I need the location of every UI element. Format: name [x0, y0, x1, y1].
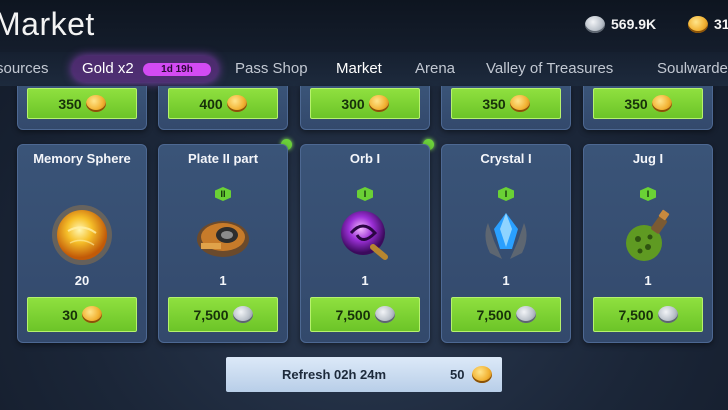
item-card-orb-i[interactable]: Orb I I 1 7,500	[300, 144, 430, 343]
silver-coin-icon	[657, 306, 678, 323]
buy-button[interactable]: 350	[451, 88, 561, 119]
item-name: Orb I	[349, 151, 381, 166]
tab-valley-of-treasures[interactable]: Valley of Treasures	[486, 57, 613, 81]
level-badge: II	[215, 187, 231, 201]
buy-button[interactable]: 350	[27, 88, 137, 119]
price-label: 400	[199, 95, 223, 112]
gold-coin-icon	[368, 95, 389, 112]
price-label: 350	[624, 95, 648, 112]
crystal-icon	[485, 213, 527, 259]
item-card-memory-sphere[interactable]: Memory Sphere 20 30	[17, 144, 147, 343]
buy-button[interactable]: 7,500	[310, 297, 420, 332]
orb-icon	[341, 211, 388, 260]
item-quantity: 1	[219, 273, 227, 288]
gold-currency[interactable]: 31	[688, 12, 728, 36]
tab-arena[interactable]: Arena	[415, 57, 455, 81]
price-label: 350	[482, 95, 506, 112]
buy-button[interactable]: 30	[27, 297, 137, 332]
gold-timer-badge: 1d 19h	[143, 63, 211, 76]
offer-card: 350	[17, 86, 147, 130]
refresh-button[interactable]: Refresh 02h 24m 50	[226, 357, 502, 392]
item-name: Plate II part	[187, 151, 259, 166]
silver-coin-icon	[585, 15, 605, 33]
buy-button[interactable]: 7,500	[451, 297, 561, 332]
price-label: 7,500	[335, 306, 371, 323]
item-name: Memory Sphere	[33, 151, 131, 166]
gold-amount: 31	[714, 16, 728, 32]
offer-card: 400	[158, 86, 288, 130]
silver-coin-icon	[232, 306, 253, 323]
silver-currency[interactable]: 569.9K	[585, 12, 656, 36]
item-quantity: 1	[644, 273, 652, 288]
gold-coin-icon	[688, 15, 708, 33]
offer-card: 300	[300, 86, 430, 130]
tab-market[interactable]: Market	[336, 57, 382, 81]
item-quantity: 1	[361, 273, 369, 288]
page-title: Market	[0, 6, 95, 42]
price-label: 7,500	[618, 306, 654, 323]
offer-card: 350	[583, 86, 713, 130]
offer-card: 350	[441, 86, 571, 130]
item-name: Jug I	[632, 151, 664, 166]
buy-button[interactable]: 350	[593, 88, 703, 119]
level-badge: I	[357, 187, 373, 201]
gold-coin-icon	[81, 306, 102, 323]
item-card-crystal-i[interactable]: Crystal I I 1 7,500	[441, 144, 571, 343]
top-bar: Market 569.9K 31	[0, 0, 728, 52]
memory-sphere-icon	[52, 205, 112, 265]
item-card-plate-ii-part[interactable]: Plate II part II 1 7,500	[158, 144, 288, 343]
buy-button[interactable]: 400	[168, 88, 278, 119]
price-label: 7,500	[476, 306, 512, 323]
buy-button[interactable]: 7,500	[593, 297, 703, 332]
price-label: 30	[62, 306, 78, 323]
gold-coin-icon	[226, 95, 247, 112]
silver-amount: 569.9K	[611, 16, 657, 32]
item-quantity: 20	[74, 273, 90, 288]
gold-coin-icon	[509, 95, 530, 112]
item-quantity: 1	[502, 273, 510, 288]
tab-pass-shop[interactable]: Pass Shop	[235, 57, 308, 81]
jug-icon	[626, 209, 670, 261]
tab-soulwarden[interactable]: Soulwarden	[657, 57, 728, 81]
item-card-jug-i[interactable]: Jug I I 1 7,500	[583, 144, 713, 343]
refresh-cost: 50	[450, 367, 465, 382]
tab-bar: sources Gold x2 1d 19h Pass Shop Market …	[0, 52, 728, 86]
silver-coin-icon	[374, 306, 395, 323]
silver-coin-icon	[515, 306, 536, 323]
level-badge: I	[640, 187, 656, 201]
level-badge: I	[498, 187, 514, 201]
plate-part-icon	[197, 221, 249, 257]
buy-button[interactable]: 7,500	[168, 297, 278, 332]
gold-coin-icon	[651, 95, 672, 112]
refresh-label: Refresh 02h 24m	[282, 367, 387, 382]
gold-coin-icon	[85, 95, 106, 112]
tab-gold-x2[interactable]: Gold x2	[82, 57, 134, 81]
price-label: 7,500	[193, 306, 229, 323]
item-name: Crystal I	[480, 151, 532, 166]
price-label: 300	[341, 95, 365, 112]
buy-button[interactable]: 300	[310, 88, 420, 119]
price-label: 350	[58, 95, 82, 112]
gold-coin-icon	[472, 366, 492, 383]
tab-resources[interactable]: sources	[0, 57, 49, 81]
